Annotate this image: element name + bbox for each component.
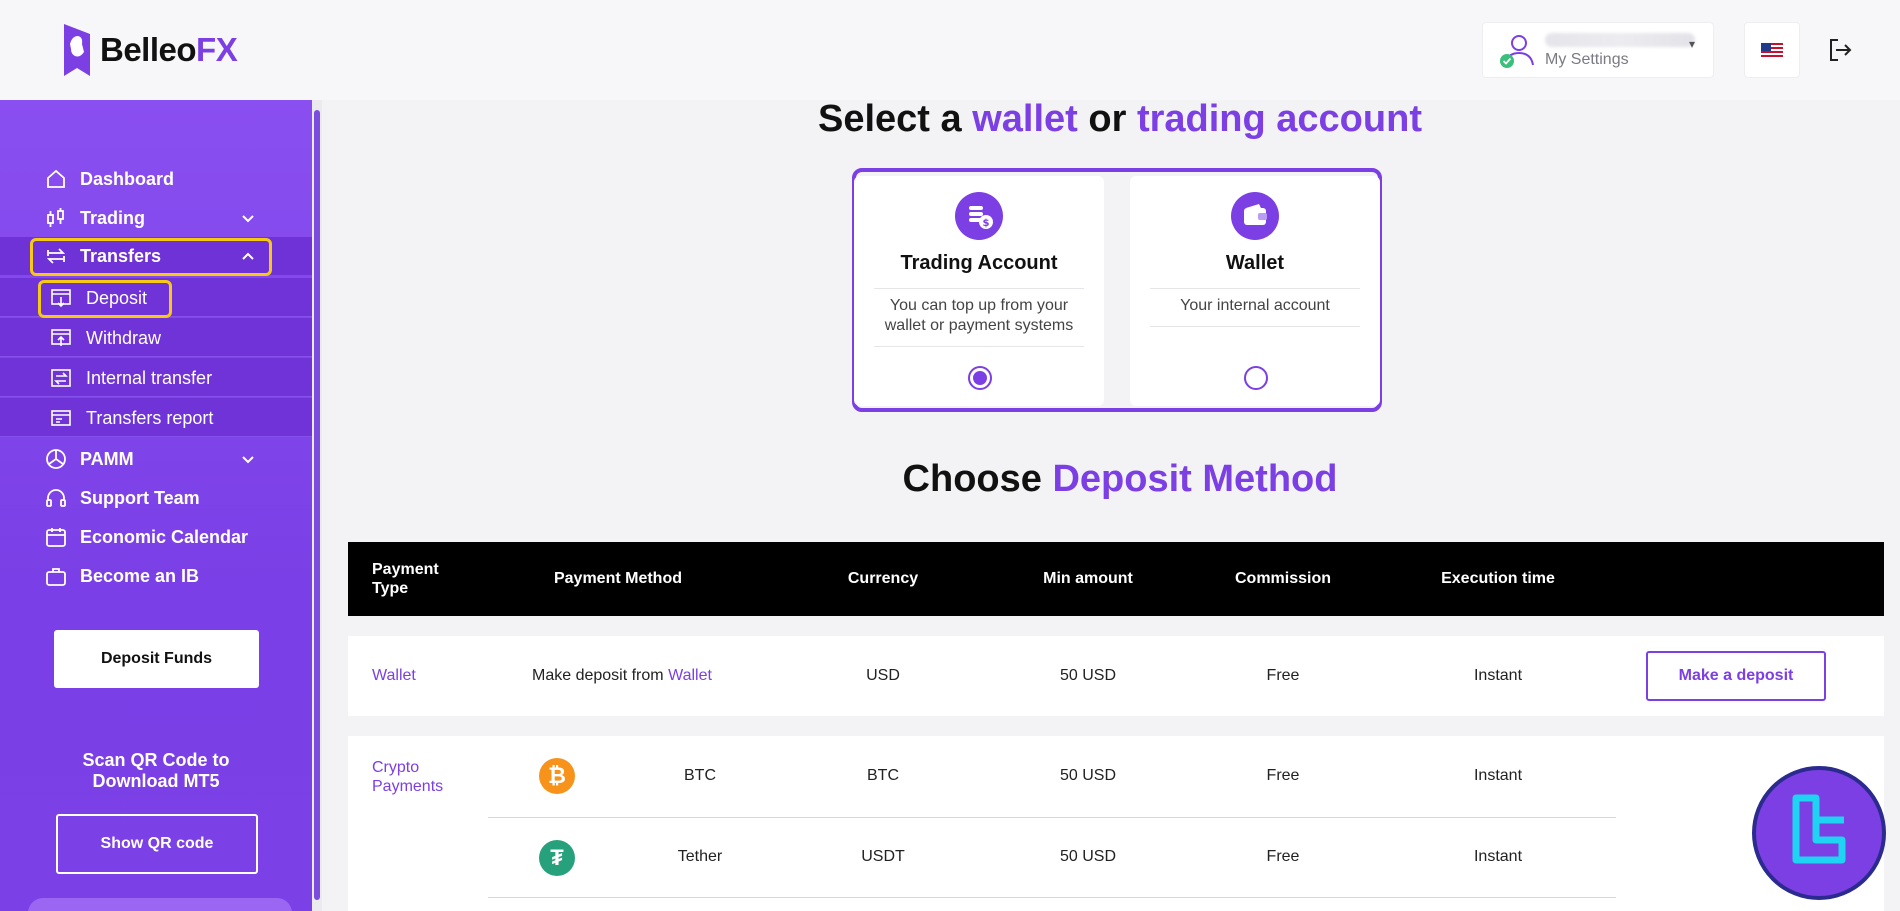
- sidebar-item-dashboard[interactable]: Dashboard: [0, 160, 312, 198]
- trading-account-card[interactable]: $ Trading Account You can top up from yo…: [854, 176, 1104, 406]
- report-icon: [51, 410, 71, 426]
- card-title: Trading Account: [900, 252, 1058, 274]
- make-deposit-button[interactable]: Make a deposit: [1646, 651, 1826, 701]
- sidebar-item-economic-calendar[interactable]: Economic Calendar: [0, 518, 312, 556]
- sidebar-item-label: PAMM: [80, 448, 134, 469]
- sidebar-item-pamm[interactable]: PAMM: [0, 440, 312, 478]
- coins-icon: $: [955, 192, 1003, 240]
- sidebar-item-label: Economic Calendar: [80, 526, 249, 547]
- sidebar-item-label: Trading: [80, 207, 146, 228]
- currency-cell: USDT: [861, 848, 905, 865]
- min-amount-cell: 50 USD: [1059, 667, 1117, 684]
- payment-method-wallet: Make deposit from Wallet: [532, 667, 712, 684]
- user-avatar-icon: [1500, 35, 1534, 68]
- row-divider: [488, 817, 1616, 818]
- chevron-down-icon: ▾: [1689, 37, 1696, 51]
- sidebar-item-label: Support Team: [80, 487, 200, 508]
- logo-text: BelleoFX: [100, 31, 238, 68]
- sidebar-subitem-transfers-report[interactable]: Transfers report: [0, 398, 312, 437]
- min-amount-cell: 50 USD: [1059, 848, 1117, 865]
- col-commission: Commission: [1234, 570, 1331, 587]
- card-description: You can top up from your wallet or payme…: [884, 297, 1074, 334]
- execution-time-cell: Instant: [1473, 767, 1523, 784]
- commission-cell: Free: [1266, 667, 1300, 684]
- svg-text:$: $: [983, 218, 990, 229]
- bull-logo-icon: [64, 24, 90, 76]
- candlestick-icon: [47, 208, 64, 227]
- tether-icon: ₮: [539, 840, 575, 876]
- wallet-icon: [1231, 192, 1279, 240]
- qr-download-text: Scan QR Code to Download MT5: [82, 750, 230, 791]
- home-icon: [47, 169, 65, 188]
- sidebar-subitem-label: Internal transfer: [86, 368, 213, 388]
- highlight-deposit: [38, 280, 172, 318]
- min-amount-cell: 50 USD: [1059, 767, 1117, 784]
- card-divider: [1150, 326, 1360, 327]
- card-divider: [874, 288, 1084, 289]
- col-payment-method: Payment Method: [553, 570, 682, 587]
- sidebar-item-become-ib[interactable]: Become an IB: [0, 557, 312, 595]
- deposit-funds-button[interactable]: Deposit Funds: [54, 630, 259, 688]
- sidebar-scrollbar-thumb[interactable]: [314, 110, 320, 900]
- top-header: BelleoFX My Settings ▾: [0, 0, 1900, 100]
- wallet-card[interactable]: Wallet Your internal account: [1130, 176, 1380, 406]
- col-currency: Currency: [847, 570, 919, 587]
- row-divider: [488, 897, 1616, 898]
- payment-method-btc: BTC: [684, 767, 716, 784]
- sidebar-subitem-internal-transfer[interactable]: Internal transfer: [0, 358, 312, 397]
- pie-icon: [46, 449, 66, 469]
- payment-type-wallet: Wallet: [372, 667, 416, 684]
- card-description: Your internal account: [1180, 297, 1330, 314]
- sidebar-subitem-label: Withdraw: [86, 328, 162, 348]
- sidebar-item-trading[interactable]: Trading: [0, 199, 312, 237]
- col-execution-time: Execution time: [1441, 570, 1555, 587]
- user-settings-menu[interactable]: My Settings ▾: [1482, 22, 1714, 78]
- table-row-crypto: [348, 736, 1884, 911]
- headset-icon: [46, 489, 66, 507]
- deposit-method-heading: Choose Deposit Method: [902, 458, 1338, 500]
- my-settings-label: My Settings: [1545, 51, 1629, 68]
- col-payment-type: Payment Type: [372, 561, 439, 597]
- calendar-icon: [46, 528, 66, 547]
- chevron-down-icon: [242, 456, 254, 464]
- card-divider: [874, 346, 1084, 347]
- select-account-heading: Select a wallet or trading account: [818, 98, 1422, 140]
- wallet-radio[interactable]: [1244, 366, 1268, 390]
- execution-time-cell: Instant: [1473, 848, 1523, 865]
- sidebar-bottom-button[interactable]: [28, 898, 292, 911]
- sidebar-item-support-team[interactable]: Support Team: [0, 479, 312, 517]
- briefcase-icon: [46, 568, 66, 586]
- sidebar-item-label: Dashboard: [80, 168, 175, 189]
- execution-time-cell: Instant: [1473, 667, 1523, 684]
- highlight-transfers: [30, 238, 272, 276]
- commission-cell: Free: [1266, 767, 1300, 784]
- logout-icon[interactable]: [1826, 36, 1854, 64]
- deposit-methods-table-header: Payment Type Payment Method Currency Min…: [348, 542, 1884, 616]
- sidebar-item-label: Become an IB: [80, 565, 200, 586]
- language-selector[interactable]: [1744, 22, 1800, 78]
- card-title: Wallet: [1225, 252, 1285, 274]
- commission-cell: Free: [1266, 848, 1300, 865]
- sidebar-subitem-label: Transfers report: [86, 408, 214, 428]
- payment-method-tether: Tether: [677, 848, 723, 865]
- user-name-blurred: [1545, 33, 1695, 47]
- sidebar-subitem-withdraw[interactable]: Withdraw: [0, 318, 312, 357]
- payment-type-crypto: Crypto Payments: [372, 759, 444, 795]
- currency-cell: USD: [866, 667, 900, 684]
- watermark-logo-icon: [1752, 766, 1886, 900]
- withdraw-icon: [51, 329, 71, 346]
- card-divider: [1150, 288, 1360, 289]
- currency-cell: BTC: [867, 767, 899, 784]
- col-min-amount: Min amount: [1043, 570, 1133, 587]
- internal-transfer-icon: [51, 369, 71, 387]
- bitcoin-icon: ₿: [539, 758, 575, 794]
- trading-account-radio[interactable]: [968, 366, 992, 390]
- brand-logo[interactable]: BelleoFX: [62, 22, 238, 78]
- show-qr-button[interactable]: Show QR code: [56, 814, 258, 874]
- us-flag-icon: [1761, 42, 1783, 58]
- wallet-link[interactable]: Wallet: [668, 667, 712, 684]
- chevron-down-icon: [242, 215, 254, 223]
